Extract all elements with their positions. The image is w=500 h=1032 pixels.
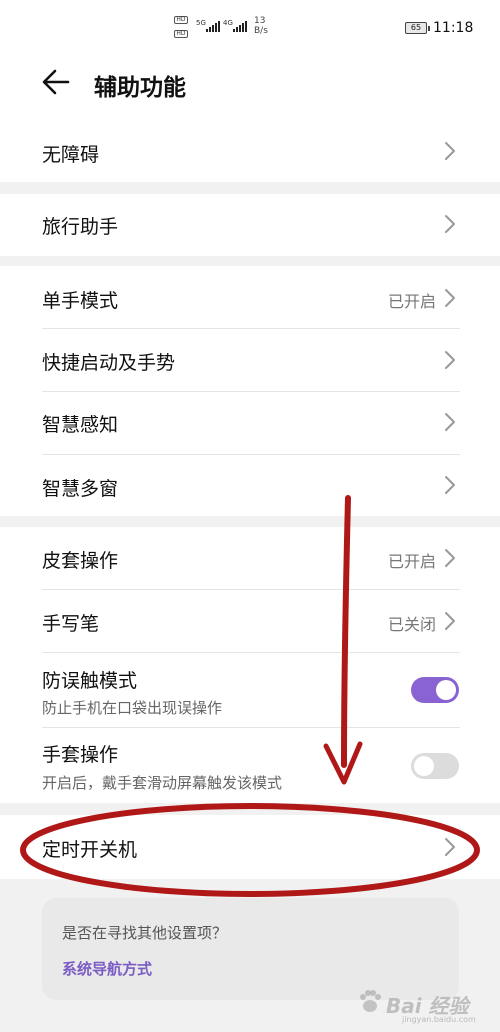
card-scheduled-power: 定时开关机	[0, 815, 500, 879]
row-cover-operation-value: 已开启	[387, 552, 436, 571]
network-speed-unit: B/s	[254, 26, 268, 36]
pocket-mode-toggle[interactable]	[411, 677, 459, 703]
card-interaction: 单手模式 已开启 快捷启动及手势 智慧感知 智慧多窗	[0, 266, 500, 516]
row-accessibility-label: 无障碍	[42, 144, 100, 166]
chevron-right-icon	[445, 351, 455, 369]
back-arrow-icon[interactable]	[40, 66, 72, 98]
row-shortcuts-gestures[interactable]: 快捷启动及手势	[0, 329, 500, 391]
chevron-right-icon	[445, 612, 455, 630]
status-time: 11:18	[433, 20, 474, 36]
row-stylus-label: 手写笔	[42, 613, 100, 635]
hd-badge-1: HD	[174, 16, 188, 24]
chevron-right-icon	[445, 549, 455, 567]
row-multi-window-label: 智慧多窗	[42, 478, 119, 500]
page-title: 辅助功能	[94, 75, 186, 101]
row-pocket-mode: 防误触模式 防止手机在口袋出现误操作	[0, 653, 500, 727]
row-multi-window[interactable]: 智慧多窗	[0, 455, 500, 516]
row-stylus[interactable]: 手写笔 已关闭	[0, 590, 500, 652]
watermark-subtext: jingyan.baidu.com	[402, 1015, 476, 1024]
row-pocket-mode-description: 防止手机在口袋出现误操作	[42, 699, 223, 717]
baidu-jingyan-watermark: Bai 经验 jingyan.baidu.com	[356, 982, 496, 1026]
row-glove-mode-description: 开启后，戴手套滑动屏幕触发该模式	[42, 774, 283, 792]
chevron-right-icon	[445, 215, 455, 233]
row-smart-sense-label: 智慧感知	[42, 414, 119, 436]
glove-mode-toggle[interactable]	[411, 753, 459, 779]
status-bar: HD HD 5G 4G 13 B/s 65 11:18	[0, 0, 500, 46]
row-glove-mode: 手套操作 开启后，戴手套滑动屏幕触发该模式	[0, 728, 500, 803]
signal-group: HD HD 5G 4G	[174, 16, 254, 42]
row-travel-assistant[interactable]: 旅行助手	[0, 194, 500, 256]
row-shortcuts-gestures-label: 快捷启动及手势	[42, 352, 176, 374]
chevron-right-icon	[445, 413, 455, 431]
row-stylus-value: 已关闭	[387, 615, 436, 634]
signal-bars-2-icon	[233, 20, 247, 32]
suggestion-question: 是否在寻找其他设置项？	[62, 924, 228, 942]
battery-icon: 65	[405, 22, 430, 34]
network-type-label-2: 4G	[223, 19, 233, 27]
row-cover-operation[interactable]: 皮套操作 已开启	[0, 527, 500, 589]
row-one-hand-mode[interactable]: 单手模式 已开启	[0, 266, 500, 328]
paw-logo-icon	[360, 990, 381, 1012]
row-accessibility[interactable]: 无障碍	[0, 120, 500, 182]
row-one-hand-mode-label: 单手模式	[42, 290, 119, 312]
row-smart-sense[interactable]: 智慧感知	[0, 392, 500, 454]
suggestion-link-navigation[interactable]: 系统导航方式	[62, 958, 152, 979]
card-input: 皮套操作 已开启 手写笔 已关闭 防误触模式 防止手机在口袋出现误操作 手套操作…	[0, 527, 500, 803]
card-travel: 旅行助手	[0, 194, 500, 256]
hd-badge-2: HD	[174, 30, 188, 38]
chevron-right-icon	[445, 838, 455, 856]
network-speed-value: 13	[254, 16, 266, 26]
row-travel-assistant-label: 旅行助手	[42, 216, 119, 238]
network-type-label: 5G	[196, 19, 206, 27]
row-cover-operation-label: 皮套操作	[42, 550, 119, 572]
row-scheduled-power[interactable]: 定时开关机	[0, 815, 500, 879]
toggle-knob	[414, 756, 434, 776]
toggle-knob	[436, 680, 456, 700]
signal-bars-1-icon	[206, 20, 220, 32]
row-pocket-mode-label: 防误触模式	[42, 670, 138, 692]
chevron-right-icon	[445, 142, 455, 160]
card-accessibility: 无障碍	[0, 120, 500, 182]
row-scheduled-power-label: 定时开关机	[42, 839, 138, 861]
row-glove-mode-label: 手套操作	[42, 744, 119, 766]
chevron-right-icon	[445, 289, 455, 307]
chevron-right-icon	[445, 476, 455, 494]
network-speed: 13 B/s	[254, 16, 268, 36]
row-one-hand-mode-value: 已开启	[387, 292, 436, 311]
